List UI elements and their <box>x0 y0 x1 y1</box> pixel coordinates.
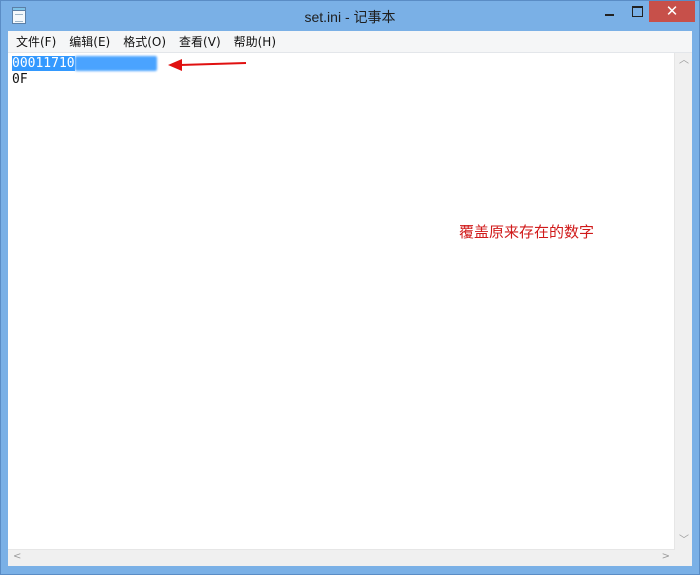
title-bar[interactable]: set.ini - 记事本 ✕ <box>1 1 699 31</box>
vertical-scrollbar[interactable]: ︿ ﹀ <box>674 53 692 550</box>
menu-help[interactable]: 帮助(H) <box>226 33 281 50</box>
menu-bar: 文件(F) 编辑(E) 格式(O) 查看(V) 帮助(H) <box>8 31 692 53</box>
menu-view[interactable]: 查看(V) <box>171 33 226 50</box>
text-line-1[interactable]: 00011710 <box>12 56 157 71</box>
scroll-left-icon[interactable]: < <box>13 552 21 562</box>
minimize-icon <box>604 14 614 16</box>
scrollbar-corner <box>675 550 692 566</box>
scroll-right-icon[interactable]: > <box>662 552 670 562</box>
maximize-icon <box>631 6 643 17</box>
redacted-selection <box>74 56 157 71</box>
text-edit-area[interactable]: 00011710 0F 覆盖原来存在的数字 <box>8 53 675 550</box>
scroll-down-icon[interactable]: ﹀ <box>679 536 689 546</box>
editor-area[interactable]: 00011710 0F 覆盖原来存在的数字 ︿ ﹀ < > <box>8 53 692 566</box>
close-button[interactable]: ✕ <box>649 1 695 22</box>
selected-text[interactable]: 00011710 <box>12 56 75 71</box>
menu-edit[interactable]: 编辑(E) <box>61 33 115 50</box>
menu-format[interactable]: 格式(O) <box>115 33 171 50</box>
text-line-2[interactable]: 0F <box>12 72 28 87</box>
minimize-button[interactable] <box>595 1 623 22</box>
menu-file[interactable]: 文件(F) <box>8 33 61 50</box>
annotation-text: 覆盖原来存在的数字 <box>459 223 595 241</box>
notepad-window: set.ini - 记事本 ✕ 文件(F) 编辑(E) 格式(O) 查看(V) … <box>0 0 700 575</box>
horizontal-scrollbar[interactable]: < > <box>8 549 675 566</box>
maximize-button[interactable] <box>623 1 651 22</box>
close-icon: ✕ <box>665 2 679 20</box>
red-arrow-icon <box>168 59 247 71</box>
scroll-up-icon[interactable]: ︿ <box>679 56 689 66</box>
